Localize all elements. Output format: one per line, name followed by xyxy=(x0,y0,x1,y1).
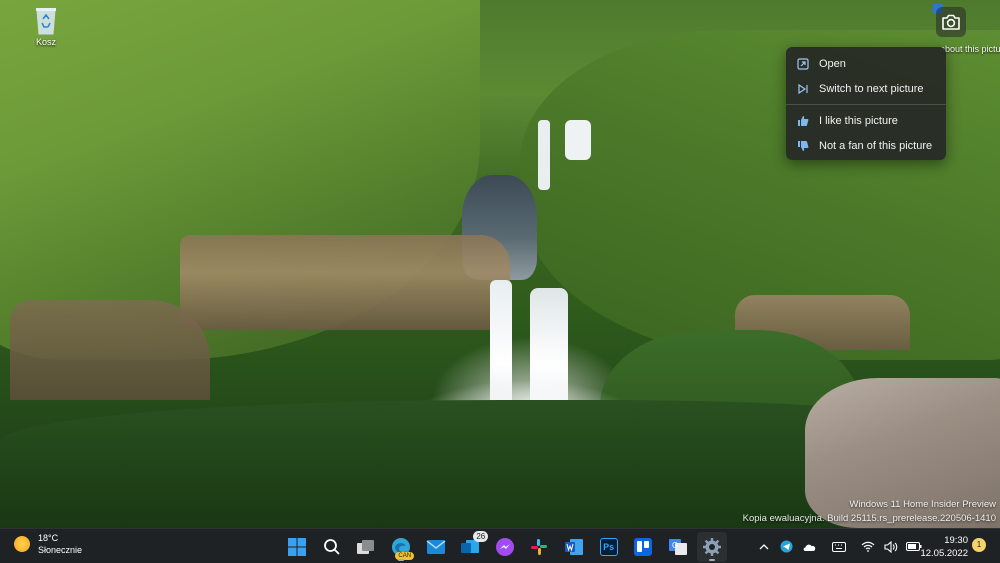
telegram-icon xyxy=(780,540,793,553)
onedrive-tray[interactable] xyxy=(800,537,819,557)
chevron-up-icon xyxy=(759,543,768,549)
trello-button[interactable] xyxy=(628,532,658,562)
photoshop-button[interactable]: Ps xyxy=(594,532,624,562)
menu-item-like[interactable]: I like this picture xyxy=(786,108,946,133)
menu-item-open-label: Open xyxy=(819,57,846,70)
mail-button[interactable] xyxy=(421,532,451,562)
outlook-button[interactable]: 26 xyxy=(455,530,489,562)
word-button[interactable] xyxy=(559,532,589,562)
sun-icon xyxy=(14,536,30,552)
running-indicator xyxy=(709,558,716,561)
weather-temperature: 18°C xyxy=(38,533,59,543)
svg-text:G: G xyxy=(672,541,678,550)
recycle-bin-icon xyxy=(36,8,56,35)
taskbar: 18°C Słonecznie CAN 26 Ps G 19:30 12.05.… xyxy=(0,528,1000,563)
desktop-wallpaper: Kosz about this picture Open Switch to n… xyxy=(0,0,1000,528)
wallpaper-upper-waterfall-2 xyxy=(565,120,591,160)
watermark-edition: Windows 11 Home Insider Preview xyxy=(849,499,996,510)
menu-item-open[interactable]: Open xyxy=(786,51,946,76)
taskbar-apps: CAN 26 Ps G xyxy=(280,529,730,563)
search-button[interactable] xyxy=(317,532,347,562)
menu-item-like-label: I like this picture xyxy=(819,114,898,127)
spotlight-button[interactable] xyxy=(936,7,966,37)
outlook-unread-badge: 26 xyxy=(473,530,489,542)
wifi-icon xyxy=(861,541,874,552)
weather-condition: Słonecznie xyxy=(38,545,83,555)
task-view-button[interactable] xyxy=(351,532,381,562)
wallpaper-upper-waterfall-1 xyxy=(538,120,550,190)
wallpaper-cliff-left xyxy=(180,235,510,330)
slack-icon xyxy=(531,538,548,555)
recycle-bin-label: Kosz xyxy=(35,37,56,47)
keyboard-language-button[interactable] xyxy=(829,537,848,557)
clock[interactable]: 19:30 12.05.2022 xyxy=(912,534,968,560)
spotlight-about-label[interactable]: about this picture xyxy=(940,43,1000,56)
trello-icon xyxy=(634,537,653,556)
spotlight-context-menu: Open Switch to next picture I like this … xyxy=(786,47,946,160)
settings-button[interactable] xyxy=(697,531,728,562)
camera-icon xyxy=(942,14,960,30)
windows-icon xyxy=(288,537,307,556)
next-track-icon xyxy=(796,82,810,96)
weather-widget[interactable]: 18°C Słonecznie xyxy=(14,532,82,556)
slack-button[interactable] xyxy=(524,532,554,562)
menu-item-dislike[interactable]: Not a fan of this picture xyxy=(786,133,946,158)
search-icon xyxy=(323,538,340,555)
cloud-icon xyxy=(803,544,816,551)
menu-item-next-picture[interactable]: Switch to next picture xyxy=(786,76,946,101)
photoshop-icon: Ps xyxy=(599,537,618,556)
volume-status[interactable] xyxy=(881,537,900,557)
recycle-bin-shortcut[interactable]: Kosz xyxy=(28,5,64,57)
running-indicator xyxy=(398,558,405,561)
clock-time: 19:30 xyxy=(944,535,968,546)
translate-icon: G xyxy=(668,538,687,555)
task-view-icon xyxy=(357,539,375,554)
system-tray xyxy=(752,529,925,563)
messenger-button[interactable] xyxy=(490,532,520,562)
google-translate-button[interactable]: G xyxy=(663,532,693,562)
thumbs-up-icon xyxy=(796,114,810,128)
telegram-tray[interactable] xyxy=(777,537,796,557)
speaker-icon xyxy=(883,540,897,553)
open-picture-icon xyxy=(796,57,810,71)
wifi-status[interactable] xyxy=(858,537,877,557)
menu-separator xyxy=(786,104,946,105)
watermark-build: Kopia ewaluacyjna. Build 25115.rs_prerel… xyxy=(742,513,996,524)
menu-item-next-label: Switch to next picture xyxy=(819,82,924,95)
mail-icon xyxy=(426,539,446,554)
notification-badge[interactable]: 1 xyxy=(972,538,986,552)
clock-date: 12.05.2022 xyxy=(920,548,968,559)
insider-watermark: Windows 11 Home Insider Preview Kopia ew… xyxy=(743,498,996,526)
edge-canary-button[interactable]: CAN xyxy=(386,532,416,562)
word-icon xyxy=(565,538,584,555)
keyboard-icon xyxy=(831,541,846,552)
wallpaper-cliff-far-left xyxy=(10,300,210,400)
thumbs-down-icon xyxy=(796,139,810,153)
messenger-icon xyxy=(495,537,514,556)
gear-icon xyxy=(703,537,722,556)
start-button[interactable] xyxy=(282,532,312,562)
menu-item-dislike-label: Not a fan of this picture xyxy=(819,139,933,152)
show-hidden-icons-button[interactable] xyxy=(754,537,773,557)
